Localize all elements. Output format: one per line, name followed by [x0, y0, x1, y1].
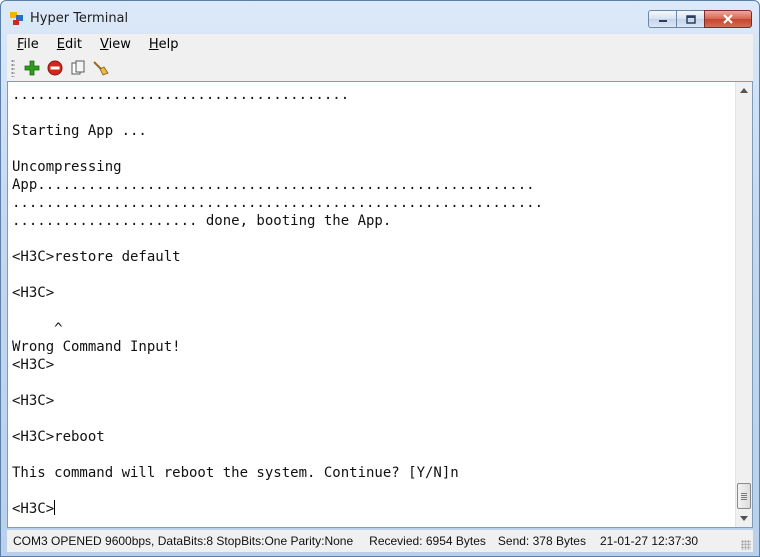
connect-icon	[24, 60, 39, 76]
copy-button[interactable]	[66, 57, 89, 79]
toolbar	[7, 55, 753, 81]
terminal-line: <H3C>	[12, 357, 55, 373]
terminal-line: App.....................................…	[12, 177, 535, 193]
toolbar-grip[interactable]	[11, 59, 15, 77]
connect-button[interactable]	[20, 57, 43, 79]
menu-edit[interactable]: Edit	[49, 37, 90, 52]
terminal-line: ........................................	[12, 87, 350, 103]
scroll-thumb[interactable]	[737, 483, 751, 509]
terminal-output[interactable]: ........................................…	[7, 81, 753, 528]
chevron-up-icon	[740, 88, 748, 93]
terminal-text: ........................................…	[12, 86, 734, 518]
menu-view[interactable]: View	[92, 37, 139, 52]
received-bytes: Recevied: 6954 Bytes	[369, 534, 486, 548]
app-icon	[10, 11, 24, 25]
app-window: Hyper Terminal File Edit View Help .....…	[0, 0, 760, 557]
terminal-line: <H3C>	[12, 500, 56, 517]
terminal-line: ........................................…	[12, 195, 544, 211]
terminal-line: ...................... done, booting the…	[12, 213, 392, 229]
title-bar[interactable]: Hyper Terminal	[1, 1, 759, 35]
terminal-line: <H3C>	[12, 393, 55, 409]
resize-grip[interactable]	[741, 540, 751, 550]
terminal-line: ^	[12, 321, 63, 337]
timestamp: 21-01-27 12:37:30	[599, 534, 699, 548]
menu-bar: File Edit View Help	[7, 34, 753, 55]
scroll-up-button[interactable]	[736, 82, 752, 99]
minimize-icon	[658, 20, 667, 22]
terminal-line: This command will reboot the system. Con…	[12, 465, 459, 481]
connection-status: COM3 OPENED 9600bps, DataBits:8 StopBits…	[13, 534, 354, 548]
terminal-line: <H3C>restore default	[12, 249, 181, 265]
terminal-line: <H3C>reboot	[12, 429, 105, 445]
copy-icon	[71, 60, 84, 75]
maximize-button[interactable]	[676, 10, 704, 28]
maximize-icon	[685, 14, 696, 24]
sent-bytes: Send: 378 Bytes	[497, 534, 586, 548]
clear-button[interactable]	[89, 57, 112, 79]
menu-file[interactable]: File	[9, 37, 47, 52]
disconnect-icon	[47, 60, 62, 76]
status-bar: COM3 OPENED 9600bps, DataBits:8 StopBits…	[7, 530, 753, 552]
disconnect-button[interactable]	[43, 57, 66, 79]
terminal-line: Uncompressing	[12, 159, 122, 175]
chevron-down-icon	[740, 516, 748, 521]
text-cursor	[54, 500, 56, 515]
minimize-button[interactable]	[648, 10, 676, 28]
terminal-line: Starting App ...	[12, 123, 147, 139]
clear-icon	[92, 61, 109, 76]
close-icon	[723, 14, 733, 24]
scroll-down-button[interactable]	[736, 510, 752, 527]
window-title: Hyper Terminal	[30, 11, 129, 26]
close-button[interactable]	[704, 10, 752, 28]
terminal-line: Wrong Command Input!	[12, 339, 181, 355]
menu-help[interactable]: Help	[141, 37, 187, 52]
terminal-line: <H3C>	[12, 285, 55, 301]
vertical-scrollbar[interactable]	[735, 82, 752, 527]
